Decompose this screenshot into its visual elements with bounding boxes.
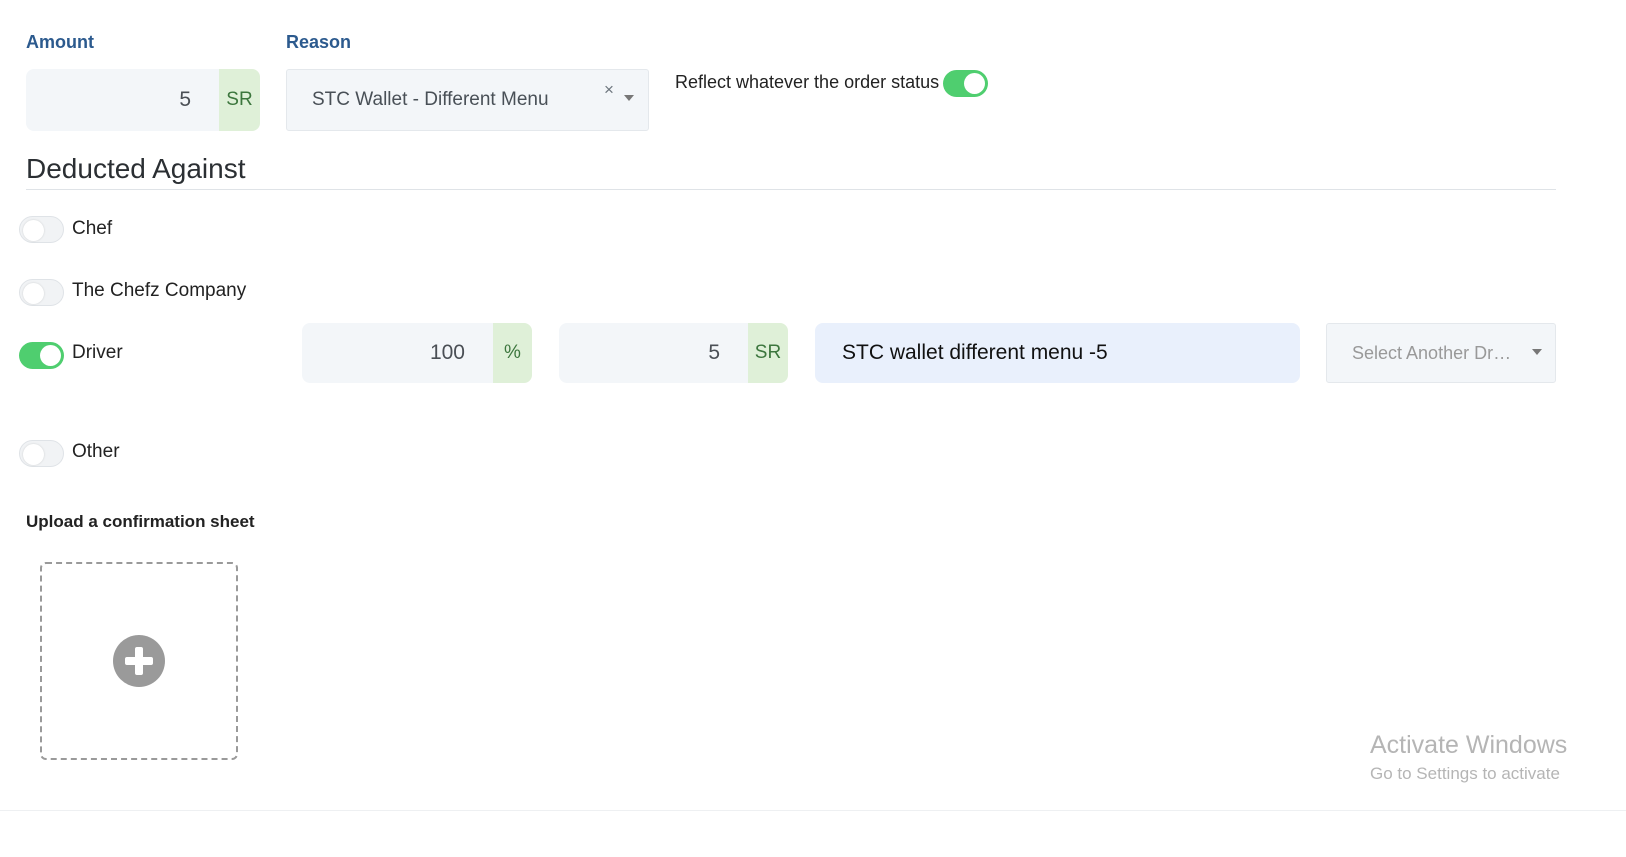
driver-note-input[interactable]: STC wallet different menu -5	[815, 323, 1300, 383]
other-label: Other	[72, 441, 120, 462]
reflect-order-status-toggle[interactable]	[943, 70, 988, 97]
amount-currency-addon: SR	[219, 69, 260, 131]
toggle-knob	[23, 220, 44, 241]
plus-circle-icon[interactable]	[113, 635, 165, 687]
driver-amount-group: 5 SR	[559, 323, 788, 383]
chef-toggle[interactable]	[19, 216, 64, 243]
activate-windows-title: Activate Windows	[1370, 731, 1568, 759]
chef-label: Chef	[72, 218, 113, 239]
chevron-down-icon[interactable]	[624, 95, 634, 101]
deducted-against-title: Deducted Against	[26, 153, 246, 184]
upload-label: Upload a confirmation sheet	[26, 512, 255, 531]
toggle-knob	[40, 345, 61, 366]
chevron-down-icon[interactable]	[1532, 349, 1542, 355]
percent-addon: %	[493, 323, 532, 383]
toggle-knob	[964, 73, 985, 94]
bottom-divider	[0, 810, 1626, 811]
driver-amount-input[interactable]: 5	[559, 323, 748, 383]
clear-icon[interactable]: ×	[604, 80, 614, 100]
driver-percent-group: 100 %	[302, 323, 532, 383]
activate-windows-subtitle: Go to Settings to activate	[1370, 764, 1560, 783]
section-divider	[26, 189, 1556, 190]
company-toggle[interactable]	[19, 279, 64, 306]
driver-currency-addon: SR	[748, 323, 788, 383]
toggle-knob	[23, 283, 44, 304]
reason-label: Reason	[286, 32, 352, 52]
driver-percent-input[interactable]: 100	[302, 323, 493, 383]
reflect-order-status-label: Reflect whatever the order status	[675, 72, 940, 92]
select-driver-placeholder: Select Another Dr…	[1352, 342, 1512, 363]
amount-input-group: 5 SR	[26, 69, 260, 131]
driver-toggle[interactable]	[19, 342, 64, 369]
company-label: The Chefz Company	[72, 280, 247, 301]
reason-selected-value: STC Wallet - Different Menu	[312, 89, 549, 110]
amount-input[interactable]: 5	[26, 69, 219, 131]
amount-label: Amount	[26, 32, 94, 52]
upload-dropzone[interactable]	[40, 562, 238, 760]
reason-select[interactable]: STC Wallet - Different Menu ×	[286, 69, 649, 131]
driver-label: Driver	[72, 342, 123, 363]
toggle-knob	[23, 444, 44, 465]
select-another-driver[interactable]: Select Another Dr…	[1326, 323, 1556, 383]
other-toggle[interactable]	[19, 440, 64, 467]
